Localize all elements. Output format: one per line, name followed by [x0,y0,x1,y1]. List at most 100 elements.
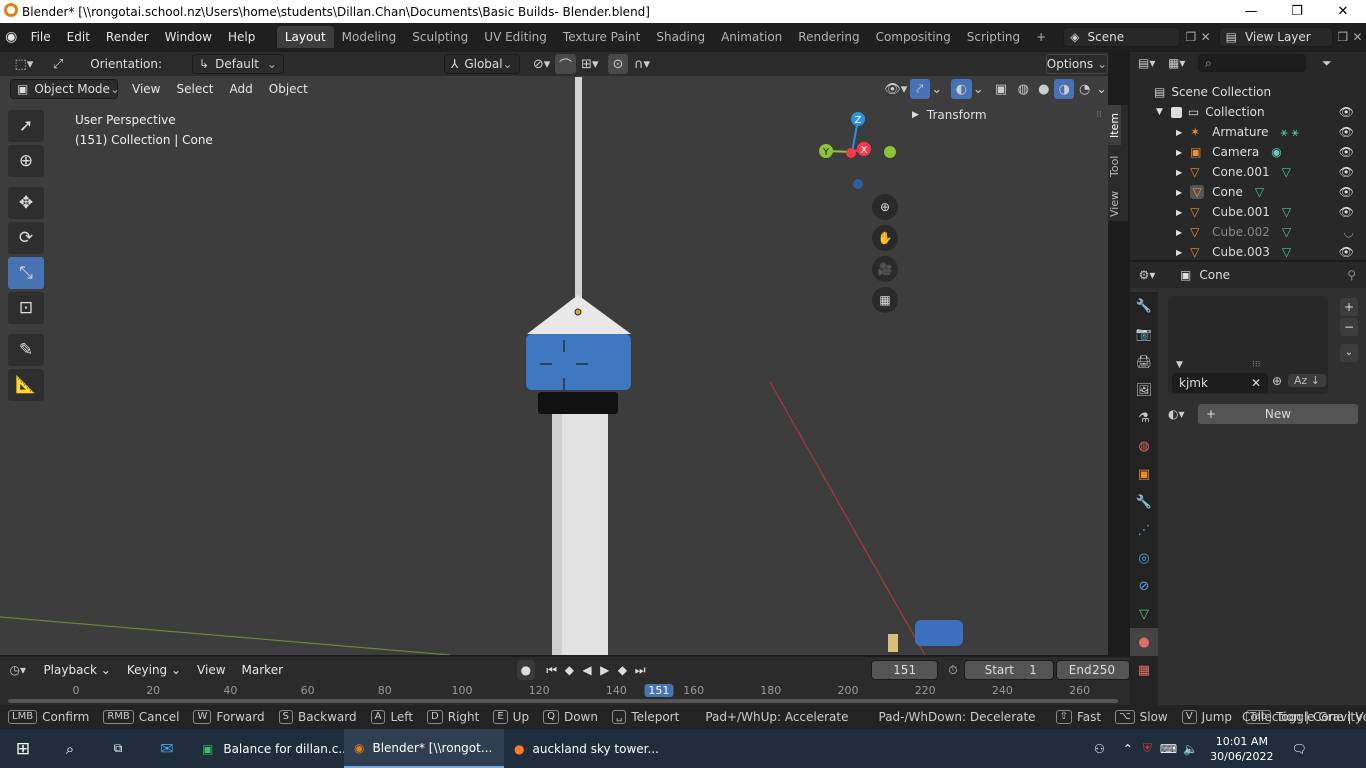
tab-animation[interactable]: Animation [713,26,790,48]
tab-item[interactable]: Item [1108,105,1121,145]
rendered-shading-icon[interactable]: ◔ [1074,79,1094,99]
sort-icon[interactable]: Az ↓ [1288,374,1326,387]
network-icon[interactable]: ⌨ [1160,742,1177,756]
outliner-item[interactable]: ▶ ▽ Cube.002 ▽ ◡ [1130,222,1366,242]
tab-uv-editing[interactable]: UV Editing [476,26,555,48]
checkbox-icon[interactable] [1170,106,1182,118]
outliner-item[interactable]: ▶ ▽ Cube.003 ▽ 👁 [1130,242,1366,260]
zoom-icon[interactable]: ⊕ [872,194,898,220]
next-keyframe-icon[interactable]: ◆ [614,663,632,677]
data-properties-icon[interactable]: ▽ [1130,600,1158,628]
menu-file[interactable]: File [23,30,59,44]
task-view-icon[interactable]: ⧉ [94,741,142,756]
display-mode-icon[interactable]: ▦▾ [1168,56,1198,70]
new-view-layer-icon[interactable]: ❐ [1337,30,1352,44]
object-properties-icon[interactable]: ▣ [1130,460,1158,488]
menu-window[interactable]: Window [157,30,220,44]
stopwatch-icon[interactable]: ⏱ [948,663,957,678]
eye-icon[interactable]: 👁 [1339,125,1354,139]
new-material-button[interactable]: + New [1198,404,1358,424]
menu-object[interactable]: Object [261,82,316,96]
end-frame-field[interactable]: End 250 [1055,660,1130,680]
modifier-properties-icon[interactable]: 🔧 [1130,488,1158,516]
menu-help[interactable]: Help [220,30,263,44]
timeline-ruler[interactable]: 0 20 40 60 80 100 120 140 160 180 200 220 240 260 151 [0,683,1130,705]
tab-layout[interactable]: Layout [276,25,334,48]
material-shading-icon[interactable]: ◑ [1054,79,1075,99]
eye-icon[interactable]: 👁 [1339,245,1354,259]
gizmo-toggle-icon[interactable]: ⤤ [909,79,931,99]
disclosure-triangle-icon[interactable]: ▼ [1176,360,1183,370]
eye-icon[interactable]: 👁 [1339,205,1354,219]
output-properties-icon[interactable]: 🖨 [1130,348,1158,376]
start-frame-field[interactable]: Start 1 [963,660,1054,680]
menu-select[interactable]: Select [168,82,221,96]
chevron-down-icon[interactable]: ⌄ [1095,79,1108,99]
data-link-icon[interactable]: ⚹ ⚹ [1281,125,1299,140]
tray-chevron-icon[interactable]: ⌃ [1123,742,1133,756]
wireframe-shading-icon[interactable]: ◍ [1013,79,1033,99]
slot-specials-icon[interactable]: ⌄ [1340,344,1358,362]
delete-view-layer-icon[interactable]: ✕ [1352,30,1366,44]
blender-menu-icon[interactable]: ◉ [0,29,23,45]
proportional-edit-icon[interactable]: ⊙ [607,54,629,74]
properties-editor-icon[interactable]: ⚙▾ [1130,268,1164,282]
material-browse-icon[interactable]: ◐▾ [1168,407,1198,421]
filter-icon[interactable]: ⏷ [1322,56,1332,71]
eye-icon[interactable]: 👁 [1339,165,1354,179]
tab-view[interactable]: View [1108,187,1121,221]
data-link-icon[interactable]: ◉ [1271,145,1281,159]
expand-arrow-icon[interactable]: ▶ [1176,248,1182,257]
scale-icon[interactable]: ⤡ [8,257,44,289]
prev-keyframe-icon[interactable]: ◆ [560,663,578,677]
expand-arrow-icon[interactable]: ▶ [1176,208,1182,217]
outliner-search-input[interactable]: ⌕ [1198,54,1306,72]
view-layer-properties-icon[interactable]: 🖼 [1130,376,1158,404]
collection-row[interactable]: ▼ ▭ Collection 👁 [1130,102,1366,122]
restore-button[interactable]: ❐ [1274,0,1320,23]
scene-properties-icon[interactable]: ⚗ [1130,404,1158,432]
eye-icon[interactable]: 👁 [1339,185,1354,199]
transform-icon[interactable]: ⊡ [8,292,44,324]
outliner-item[interactable]: ▶ ▽ Cone.001 ▽ 👁 [1130,162,1366,182]
chevron-down-icon[interactable]: ⌄ [930,79,943,99]
taskbar-app-firefox[interactable]: ● auckland sky tower... [504,729,664,768]
camera-view-icon[interactable]: 🎥 [872,256,898,282]
record-icon[interactable]: ● [517,660,535,680]
menu-render[interactable]: Render [98,30,157,44]
people-icon[interactable]: ⚇ [1094,742,1105,756]
tool-properties-icon[interactable]: 🔧 [1130,292,1158,320]
close-button[interactable]: ✕ [1320,0,1366,23]
outliner-item[interactable]: ▶ ✶ Armature ⚹ ⚹ 👁 [1130,122,1366,142]
add-filter-icon[interactable]: ⊕ [1272,374,1282,388]
expand-arrow-icon[interactable]: ▼ [1156,107,1163,117]
solid-shading-icon[interactable]: ● [1034,79,1054,99]
playhead[interactable]: 151 [644,684,674,697]
outliner-item[interactable]: ▶ ▽ Cone ▽ 👁 [1130,182,1366,202]
tab-texture-paint[interactable]: Texture Paint [555,26,648,48]
antivirus-icon[interactable]: ⛨ [1143,741,1152,756]
outliner-item[interactable]: ▶ ▣ Camera ◉ 👁 [1130,142,1366,162]
menu-view[interactable]: View [124,82,168,96]
minimize-button[interactable]: — [1228,0,1274,23]
cursor-icon[interactable]: ⊕ [8,145,44,177]
navigation-gizmo[interactable]: Z X Y [810,105,910,200]
menu-marker[interactable]: Marker [234,663,291,677]
particles-properties-icon[interactable]: ⋰ [1130,516,1158,544]
menu-timeline-view[interactable]: View [189,663,233,677]
current-frame-field[interactable]: 151 [871,660,939,680]
data-link-icon[interactable]: ▽ [1282,165,1291,179]
tab-rendering[interactable]: Rendering [790,26,867,48]
data-link-icon[interactable]: ▽ [1282,245,1291,259]
falloff-icon[interactable]: ∩▾ [628,54,656,74]
volume-icon[interactable]: 🔈 [1183,742,1198,756]
pan-hand-icon[interactable]: ✋ [872,225,898,251]
mail-icon[interactable]: ✉ [142,739,192,758]
notifications-icon[interactable]: 🗨 [1292,742,1307,756]
tab-scripting[interactable]: Scripting [959,26,1028,48]
move-icon[interactable]: ✥ [8,187,44,219]
timeline-editor-icon[interactable]: ◷▾ [0,663,35,677]
jump-start-icon[interactable]: ⏮ [543,663,561,678]
expand-arrow-icon[interactable]: ▶ [1176,168,1182,177]
constraints-properties-icon[interactable]: ⊘ [1130,572,1158,600]
